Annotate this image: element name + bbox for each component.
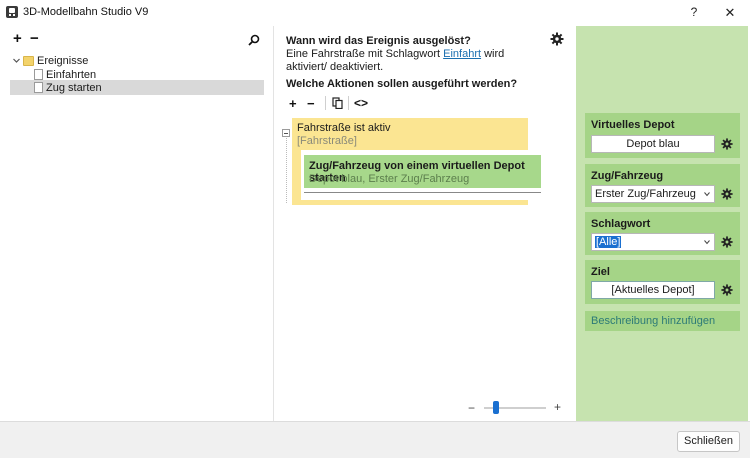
condition-block-footer bbox=[292, 200, 528, 205]
toolbar-divider bbox=[348, 96, 349, 110]
close-dialog-button[interactable]: Schließen bbox=[677, 431, 740, 452]
zoom-out-button[interactable]: − bbox=[468, 401, 475, 415]
action-subtitle: Depot blau, Erster Zug/Fahrzeug bbox=[309, 173, 470, 185]
gear-icon[interactable] bbox=[721, 236, 733, 248]
add-action-button[interactable]: + bbox=[289, 96, 297, 111]
action-block[interactable]: Zug/Fahrzeug von einem virtuellen Depot … bbox=[304, 155, 541, 188]
gear-icon[interactable] bbox=[550, 32, 564, 46]
keyword-link[interactable]: Einfahrt bbox=[443, 48, 481, 60]
tree-item-zug-starten[interactable]: Zug starten bbox=[46, 81, 102, 95]
trigger-question-heading: Wann wird das Ereignis ausgelöst? bbox=[286, 35, 471, 47]
gear-icon[interactable] bbox=[721, 188, 733, 200]
chevron-down-icon bbox=[704, 192, 710, 197]
tree-connector bbox=[286, 138, 287, 203]
remove-event-button[interactable]: − bbox=[30, 31, 39, 46]
action-insert-line bbox=[304, 192, 541, 193]
document-icon bbox=[34, 69, 43, 80]
target-label: Ziel bbox=[591, 266, 610, 278]
target-card: Ziel [Aktuelles Depot] bbox=[585, 260, 740, 304]
app-icon bbox=[6, 6, 18, 18]
zoom-in-button[interactable]: + bbox=[554, 400, 561, 414]
remove-action-button[interactable]: − bbox=[307, 96, 315, 111]
add-description-card: Beschreibung hinzufügen bbox=[585, 311, 740, 331]
condition-block[interactable]: Fahrstraße ist aktiv [Fahrstraße] bbox=[292, 118, 528, 150]
event-editor-pane: Wann wird das Ereignis ausgelöst? Eine F… bbox=[275, 26, 575, 421]
help-button[interactable]: ? bbox=[677, 0, 711, 25]
keyword-card: Schlagwort [Alle] bbox=[585, 212, 740, 255]
trigger-description: Eine Fahrstraße mit Schlagwort Einfahrt … bbox=[286, 48, 526, 73]
collapse-toggle[interactable] bbox=[282, 129, 290, 137]
events-tree-pane: + − Ereignisse Einfahrten Zug starten bbox=[1, 26, 274, 421]
tree-item-ereignisse[interactable]: Ereignisse bbox=[37, 54, 88, 68]
vehicle-card: Zug/Fahrzeug Erster Zug/Fahrzeug bbox=[585, 164, 740, 207]
keyword-select-value: [Alle] bbox=[595, 236, 622, 248]
copy-icon[interactable] bbox=[332, 97, 343, 109]
target-button[interactable]: [Aktuelles Depot] bbox=[591, 281, 715, 299]
document-icon bbox=[34, 82, 43, 93]
gear-icon[interactable] bbox=[721, 138, 733, 150]
add-description-link[interactable]: Beschreibung hinzufügen bbox=[591, 315, 715, 327]
actions-question-heading: Welche Aktionen sollen ausgeführt werden… bbox=[286, 78, 518, 90]
gear-icon[interactable] bbox=[721, 284, 733, 296]
search-icon[interactable] bbox=[247, 33, 261, 47]
vehicle-label: Zug/Fahrzeug bbox=[591, 170, 664, 182]
trigger-text-before: Eine Fahrstraße mit Schlagwort bbox=[286, 48, 444, 60]
folder-icon bbox=[23, 56, 34, 66]
window-title: 3D-Modellbahn Studio V9 bbox=[23, 6, 149, 18]
code-view-button[interactable]: <> bbox=[354, 96, 368, 110]
virtual-depot-button[interactable]: Depot blau bbox=[591, 135, 715, 153]
chevron-down-icon bbox=[704, 240, 710, 245]
add-event-button[interactable]: + bbox=[13, 31, 22, 46]
vehicle-select[interactable]: Erster Zug/Fahrzeug bbox=[591, 185, 715, 203]
virtual-depot-card: Virtuelles Depot Depot blau bbox=[585, 113, 740, 158]
properties-pane: Virtuelles Depot Depot blau Zug/Fahrzeug… bbox=[576, 26, 748, 421]
virtual-depot-label: Virtuelles Depot bbox=[591, 119, 675, 131]
chevron-down-icon[interactable] bbox=[12, 56, 21, 65]
keyword-select[interactable]: [Alle] bbox=[591, 233, 715, 251]
condition-subtitle: [Fahrstraße] bbox=[297, 135, 357, 147]
condition-title: Fahrstraße ist aktiv bbox=[297, 122, 391, 134]
keyword-label: Schlagwort bbox=[591, 218, 651, 230]
window-close-button[interactable]: ✕ bbox=[713, 0, 747, 25]
vehicle-select-value: Erster Zug/Fahrzeug bbox=[595, 188, 696, 200]
zoom-slider-thumb[interactable] bbox=[493, 401, 500, 414]
title-bar: 3D-Modellbahn Studio V9 ? ✕ bbox=[0, 0, 750, 25]
condition-block-edge bbox=[292, 150, 301, 200]
dialog-footer: Schließen bbox=[0, 421, 750, 458]
toolbar-divider bbox=[325, 96, 326, 110]
